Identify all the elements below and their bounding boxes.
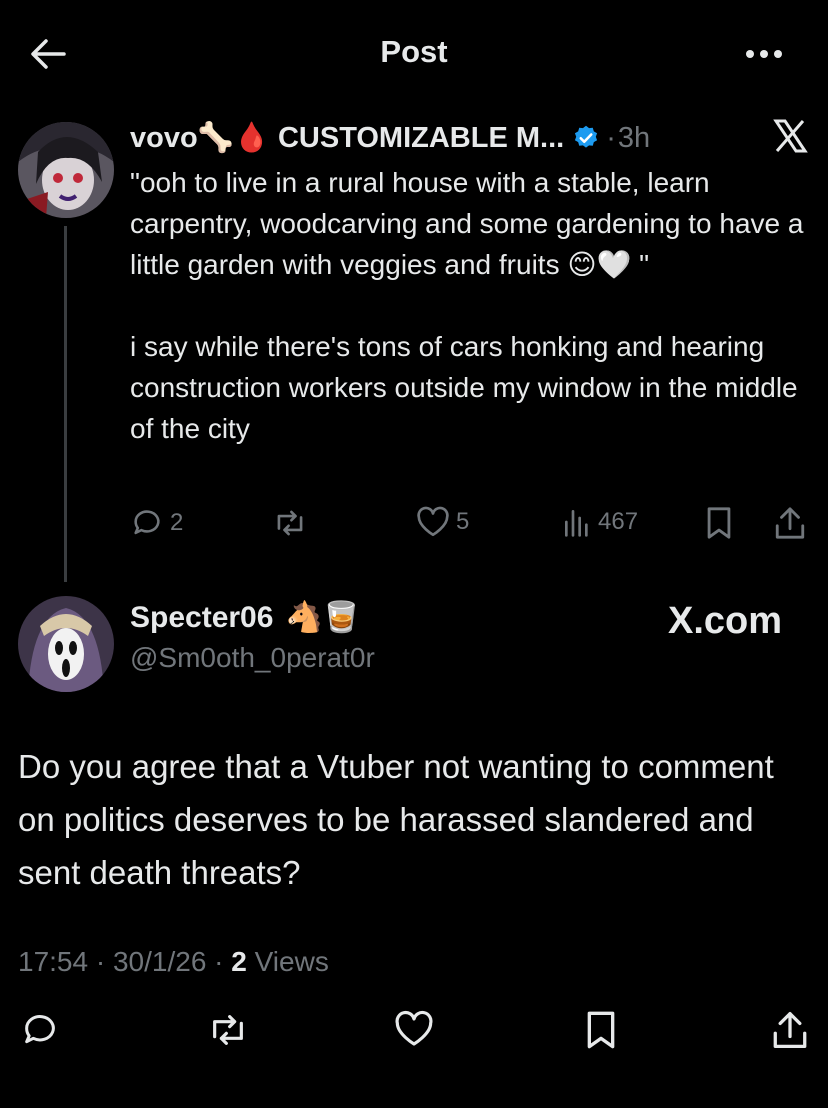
quoted-author-avatar[interactable] <box>18 122 114 218</box>
views-label: Views <box>246 946 329 977</box>
quoted-paragraph-1: "ooh to live in a rural house with a sta… <box>130 167 804 280</box>
views-count: 467 <box>598 508 639 535</box>
like-icon <box>417 506 449 537</box>
post-text: Do you agree that a Vtuber not wanting t… <box>18 748 774 891</box>
views-button[interactable]: 467 <box>562 506 638 538</box>
author-avatar[interactable] <box>18 596 114 692</box>
post-timestamp: 17:54 <box>18 946 89 977</box>
repost-icon <box>277 510 303 536</box>
repost-button[interactable] <box>272 506 308 540</box>
share-icon <box>775 507 805 539</box>
repost-icon <box>213 1015 243 1045</box>
author-handle[interactable]: @Sm0oth_0perat0r <box>130 642 375 674</box>
quoted-author-row[interactable]: vovo🦴🩸 CUSTOMIZABLE M... · 3h <box>130 118 650 158</box>
post-date: 30/1/26 <box>112 946 207 977</box>
bookmark-button[interactable] <box>704 506 734 540</box>
post-action-bar <box>0 1010 828 1060</box>
share-icon <box>773 1012 807 1049</box>
verified-badge-icon <box>575 125 598 148</box>
reply-count: 2 <box>170 509 184 536</box>
views-count-main: 2 <box>231 946 247 977</box>
quoted-paragraph-2: i say while there's tons of cars honking… <box>130 331 798 444</box>
post-meta: 17:54 · 30/1/26 · 2 Views <box>18 946 329 977</box>
share-button-main[interactable] <box>772 1010 808 1055</box>
more-button[interactable] <box>744 40 784 68</box>
post-time: 3h <box>617 121 651 154</box>
like-count: 5 <box>456 508 470 535</box>
reply-button-main[interactable] <box>20 1010 60 1055</box>
reply-icon <box>25 1015 55 1044</box>
bookmark-icon <box>587 1011 615 1049</box>
xcom-watermark: X.com <box>668 600 783 642</box>
share-button[interactable] <box>774 506 806 540</box>
quoted-author-name: vovo🦴🩸 CUSTOMIZABLE M... <box>130 122 565 154</box>
bookmark-icon <box>707 507 731 539</box>
quoted-actions: 2 5 467 <box>130 506 810 542</box>
page-title: Post <box>380 34 448 69</box>
quoted-post-text: "ooh to live in a rural house with a sta… <box>130 162 820 449</box>
x-logo-icon <box>772 118 808 154</box>
bookmark-button-main[interactable] <box>584 1010 618 1055</box>
more-dots-icon <box>746 50 782 58</box>
like-button[interactable]: 5 <box>416 506 469 538</box>
thread-line <box>64 226 67 582</box>
author-emojis: 🐴🥃 <box>285 601 361 634</box>
author-name-row[interactable]: Specter06 🐴🥃 <box>130 600 360 635</box>
views-icon <box>565 510 588 537</box>
reply-button[interactable]: 2 <box>130 506 183 540</box>
author-name: Specter06 <box>130 600 274 634</box>
time-separator: · <box>606 121 616 154</box>
repost-button-main[interactable] <box>206 1010 250 1055</box>
like-button-main[interactable] <box>394 1010 434 1053</box>
reply-icon <box>134 510 160 535</box>
like-icon <box>395 1010 433 1046</box>
